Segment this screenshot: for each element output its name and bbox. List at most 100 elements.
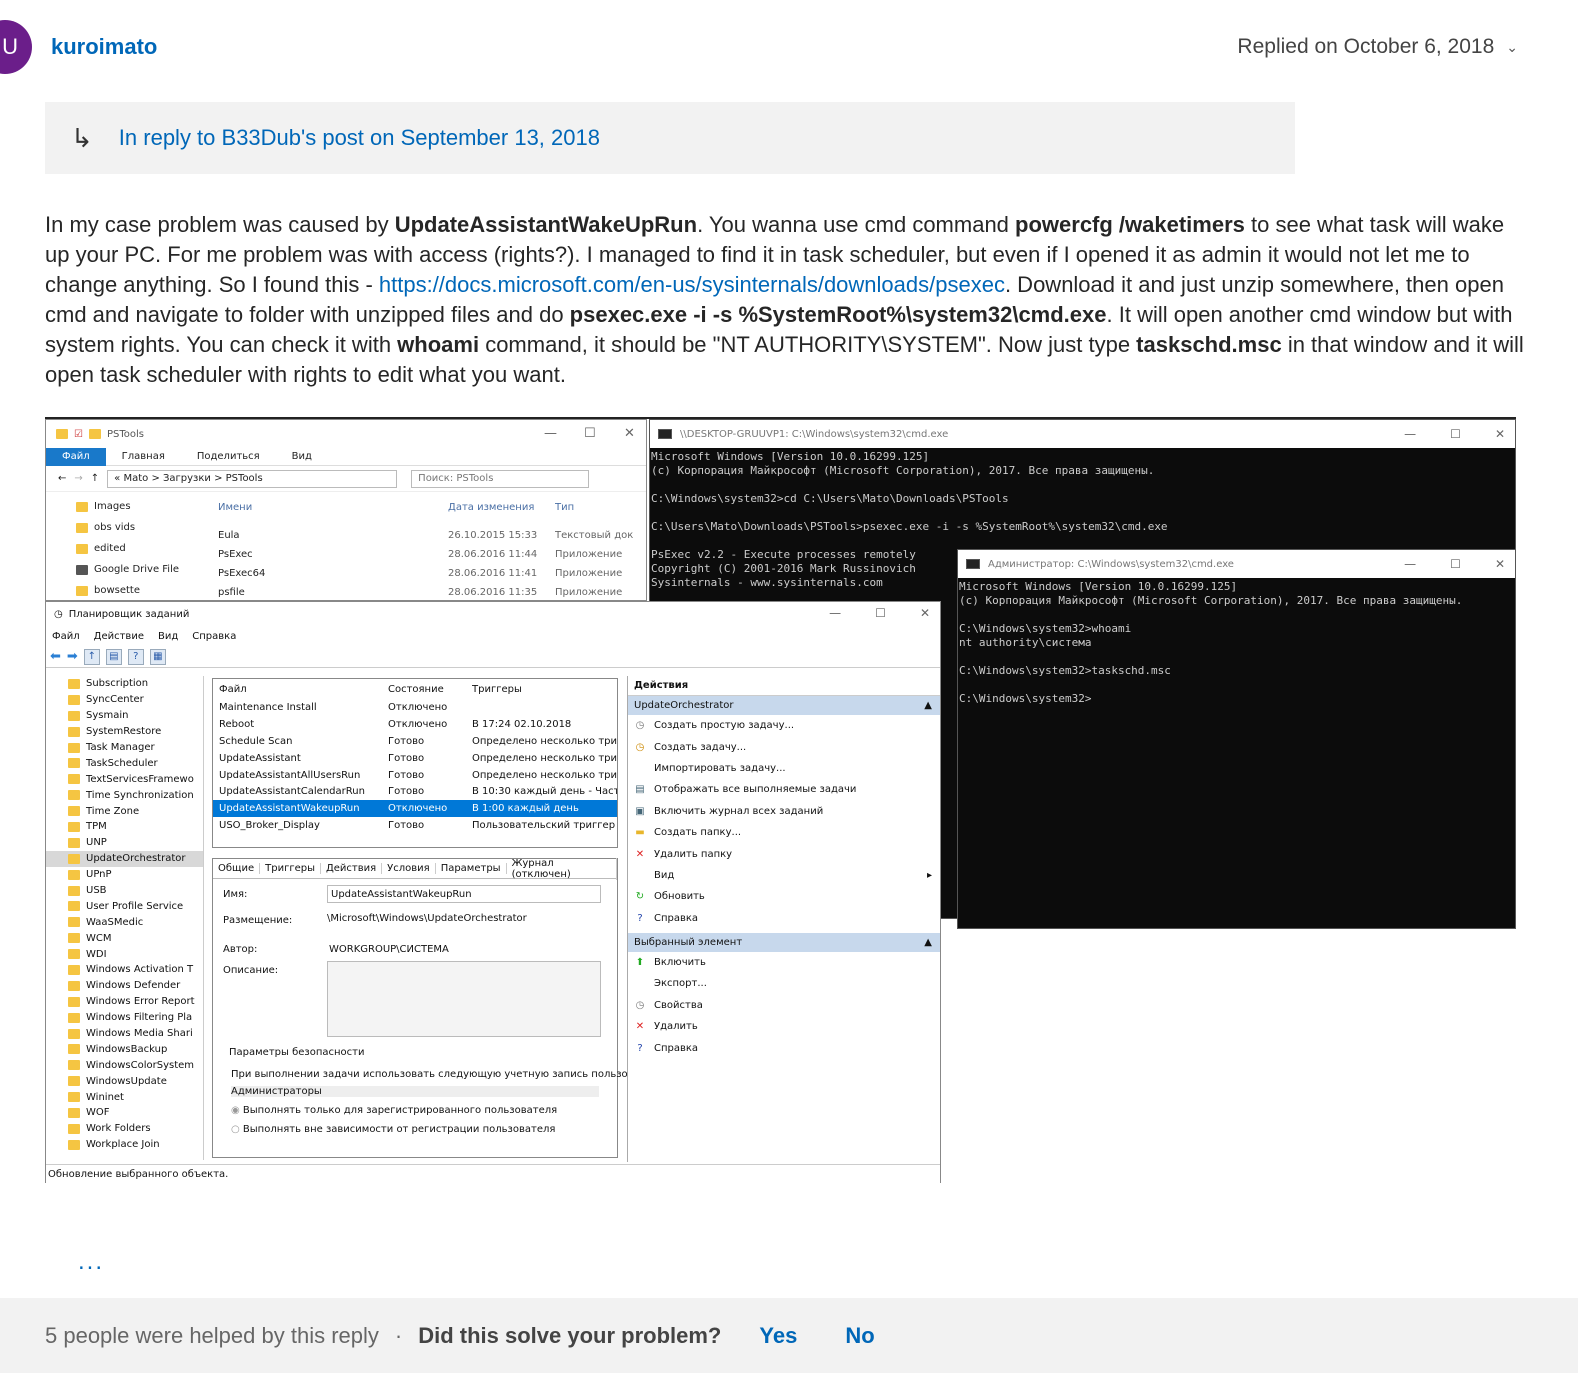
action-item: Экспорт... (628, 973, 940, 994)
tree-item-label: Subscription (86, 678, 149, 690)
ribbon-tab-share: Поделиться (196, 451, 260, 462)
folder-icon (68, 933, 80, 944)
file-date: 26.10.2015 15:33 (448, 530, 538, 541)
yes-button[interactable]: Yes (759, 1323, 797, 1349)
maximize-icon: ☐ (875, 606, 886, 620)
enable-icon: ⬆ (635, 957, 645, 969)
folder-icon (68, 1012, 80, 1023)
ts-title: Планировщик заданий (68, 608, 190, 620)
tree-item: SystemRestore (46, 724, 203, 740)
tree-item-label: UNP (86, 837, 107, 849)
action-label: Обновить (654, 891, 705, 903)
nav-item-label: Images (94, 501, 131, 512)
menu-help: Справка (192, 630, 237, 642)
folder-icon (68, 949, 80, 960)
show-hide-icon: ▤ (105, 648, 122, 665)
tree-item: TaskScheduler (46, 755, 203, 771)
tree-item-label: WindowsColorSystem (86, 1059, 195, 1071)
task-state: Готово (388, 820, 425, 832)
file-row: PsExec64 28.06.2016 11:41 Приложение (218, 564, 638, 583)
file-name: Eula (218, 530, 240, 541)
chevron-down-icon[interactable]: ⌄ (1506, 39, 1518, 56)
explorer-search: Поиск: PSTools (411, 469, 590, 488)
task-state: Готово (388, 752, 425, 764)
action-label: Включить (654, 957, 706, 969)
author-name[interactable]: kuroimato (51, 34, 157, 60)
tree-item-label: WaaSMedic (86, 916, 144, 928)
collapse-icon: ▲ (924, 700, 932, 711)
location-value: \Microsoft\Windows\UpdateOrchestrator (327, 913, 527, 924)
cmd-window-admin: Администратор: C:\Windows\system32\cmd.e… (957, 549, 1516, 929)
name-label: Имя: (223, 889, 248, 900)
nav-item-label: obs vids (94, 522, 136, 533)
tree-item-label: Work Folders (86, 1123, 151, 1135)
submenu-arrow-icon: ▸ (926, 869, 932, 881)
separator-dot: · (394, 1322, 403, 1348)
security-label: Параметры безопасности (229, 1047, 365, 1058)
ts-statusbar: Обновление выбранного объекта. (46, 1164, 940, 1183)
folder-icon (56, 429, 68, 439)
no-button[interactable]: No (845, 1323, 874, 1349)
folder-icon (68, 853, 80, 864)
folder-icon (68, 1060, 80, 1071)
tab-actions: Действия (321, 863, 383, 874)
task-trigger: Пользовательский триггер (472, 820, 616, 832)
task-name: Reboot (219, 718, 255, 730)
task-name: UpdateAssistant (219, 752, 301, 764)
embedded-screenshot[interactable]: ☑ PSTools — ☐ ✕ Файл Главная Поделиться … (45, 417, 1516, 1183)
body-bold: taskschd.msc (1136, 332, 1282, 357)
ts-titlebar: ◷ Планировщик заданий — ☐ ✕ (46, 602, 940, 626)
task-name: UpdateAssistantWakeupRun (219, 803, 360, 815)
tree-item: WindowsUpdate (46, 1073, 203, 1089)
action-label: Справка (654, 912, 699, 924)
file-list-header: Имени Дата изменения Тип (218, 502, 638, 526)
file-date: 28.06.2016 11:41 (448, 568, 538, 579)
menu-view: Вид (157, 630, 179, 642)
folder-icon (68, 806, 80, 817)
cmd-titlebar: \\DESKTOP-GRUUVP1: C:\Windows\system32\c… (650, 420, 1515, 448)
body-text: In my case problem was caused by (45, 212, 395, 237)
tree-item-label: Windows Filtering Pla (86, 1012, 193, 1024)
action-item: ◷ Создать простую задачу... (628, 715, 940, 736)
action-item: Импортировать задачу... (628, 758, 940, 779)
col-type: Тип (555, 502, 575, 513)
pane-icon: ▦ (149, 648, 166, 665)
reply-date[interactable]: Replied on October 6, 2018 ⌄ (1237, 35, 1518, 59)
psexec-link[interactable]: https://docs.microsoft.com/en-us/sysinte… (379, 272, 1005, 297)
name-field: UpdateAssistantWakeupRun (327, 885, 601, 903)
cmd-titlebar: Администратор: C:\Windows\system32\cmd.e… (958, 550, 1515, 578)
delete-icon: ✕ (635, 848, 645, 860)
action-item: ✕ Удалить (628, 1016, 940, 1037)
more-options-button[interactable]: ... (78, 1248, 104, 1276)
action-item: ⬆ Включить (628, 952, 940, 973)
nav-item: Google Drive File (46, 559, 206, 580)
action-label: Справка (654, 1042, 699, 1054)
clock-icon: ◷ (635, 720, 645, 732)
radio-only-logged-on: ◉ Выполнять только для зарегистрированно… (231, 1105, 557, 1116)
task-state: Отключено (388, 718, 448, 730)
ts-properties-panel: Общие Триггеры Действия Условия Параметр… (212, 857, 628, 1158)
body-bold: psexec.exe -i -s %SystemRoot%\system32\c… (569, 302, 1107, 327)
tab-conditions: Условия (382, 863, 436, 874)
avatar-letter: U (2, 34, 18, 59)
tree-item-label: WindowsUpdate (86, 1075, 167, 1087)
avatar[interactable]: U (0, 20, 32, 74)
task-state: Готово (388, 735, 425, 747)
tree-item: WCM (46, 930, 203, 946)
task-state: Отключено (388, 803, 448, 815)
action-item: ◷ Создать задачу... (628, 736, 940, 757)
help-icon: ? (127, 648, 144, 665)
address-field: « Mato > Загрузки > PSTools (107, 469, 398, 488)
tree-item-label: Windows Error Report (86, 996, 195, 1008)
file-name: PsExec (218, 549, 253, 560)
refresh-icon: ↻ (635, 891, 645, 903)
action-item: ? Справка (628, 1037, 940, 1058)
author-value: WORKGROUP\СИСТЕМА (329, 944, 449, 955)
ribbon-tab-file: Файл (46, 447, 106, 466)
in-reply-to-link[interactable]: In reply to B33Dub's post on September 1… (119, 125, 600, 151)
file-name: psfile (218, 587, 245, 598)
maximize-icon: ☐ (584, 426, 596, 441)
task-name: Maintenance Install (219, 701, 317, 713)
action-label: Удалить папку (654, 848, 733, 860)
action-label: Импортировать задачу... (654, 762, 786, 774)
